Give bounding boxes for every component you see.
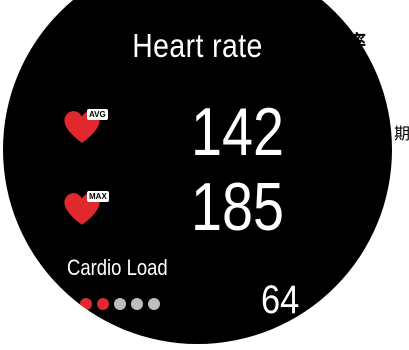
level-dot-inactive [114, 298, 126, 310]
screen-title: Heart rate [132, 27, 263, 64]
level-dot-active [80, 298, 92, 310]
level-dot-inactive [131, 298, 143, 310]
level-dot-active [97, 298, 109, 310]
cardio-load-value: 64 [261, 278, 300, 322]
level-dot-inactive [148, 298, 160, 310]
avg-heart-rate-value: 142 [191, 94, 285, 170]
side-label-heart-rate: 心率 [330, 32, 366, 53]
side-label-period: 期 [394, 124, 409, 143]
max-badge: MAX [87, 191, 109, 202]
cardio-load-label: Cardio Load [67, 255, 168, 280]
avg-badge: AVG [87, 109, 108, 120]
cardio-load-level [80, 298, 160, 310]
max-heart-rate-value: 185 [191, 169, 285, 245]
